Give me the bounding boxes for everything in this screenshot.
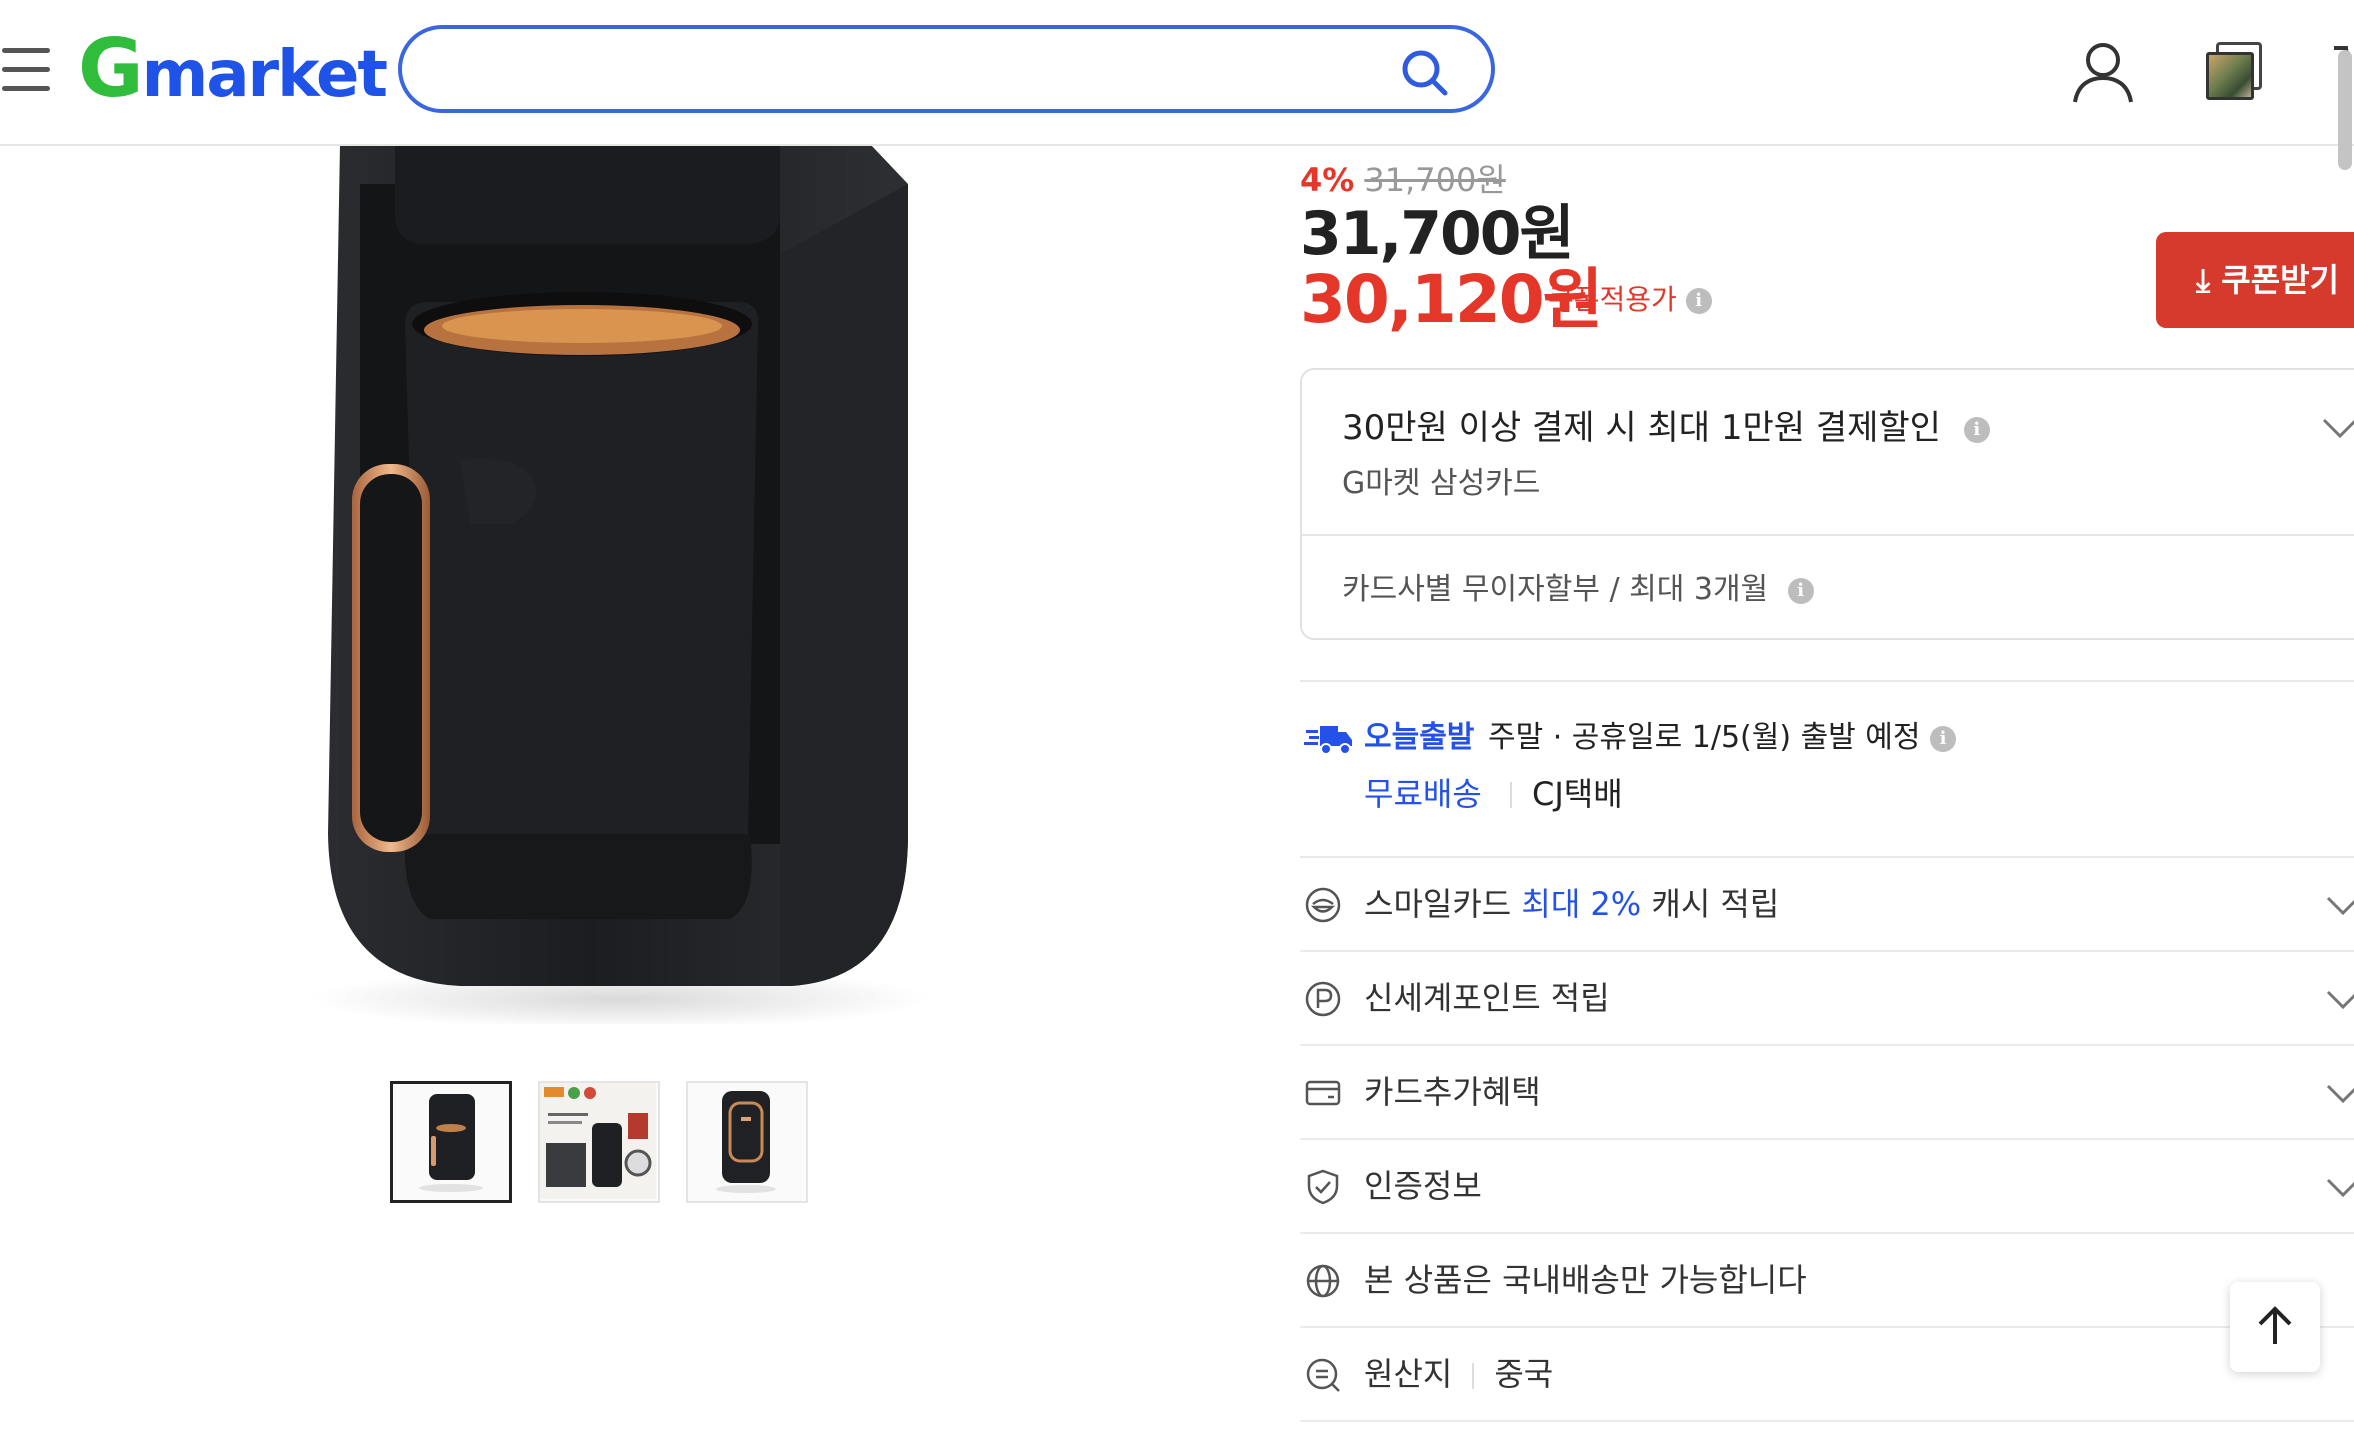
card-extra-row[interactable]: 카드추가혜택 xyxy=(1300,1046,2354,1140)
chevron-down-icon[interactable] xyxy=(2326,982,2354,1016)
recent-items-icon[interactable] xyxy=(2206,42,2264,100)
scroll-to-top-button[interactable] xyxy=(2230,1282,2320,1372)
domestic-shipping-row: 본 상품은 국내배송만 가능합니다 xyxy=(1300,1234,2354,1328)
search-bar xyxy=(398,25,1495,113)
certification-row[interactable]: 인증정보 xyxy=(1300,1140,2354,1234)
user-icon[interactable] xyxy=(2070,40,2136,106)
smile-card-row[interactable]: 스마일카드 최대 2% 캐시 적립 xyxy=(1300,858,2354,952)
thumbnail-3[interactable] xyxy=(686,1081,808,1203)
magnifier-icon xyxy=(1306,1358,1340,1392)
certification-label: 인증정보 xyxy=(1364,1167,1482,1205)
thumbnail-1[interactable] xyxy=(390,1081,512,1203)
card-benefit-title-text: 30만원 이상 결제 시 최대 1만원 결제할인 xyxy=(1342,408,1941,448)
origin-label-text: 원산지 xyxy=(1364,1355,1453,1393)
top-header: Gmarket xyxy=(0,0,2354,146)
smile-card-prefix: 스마일카드 xyxy=(1364,885,1512,923)
download-icon: ⤓ xyxy=(2196,261,2211,299)
today-shipping-label: 오늘출발 xyxy=(1364,720,1475,755)
point-label: 신세계포인트 적립 xyxy=(1364,979,1610,1017)
original-price: 31,700원 xyxy=(1364,161,1506,199)
divider xyxy=(1510,782,1512,808)
thumbnail-3-image xyxy=(716,1091,776,1193)
free-shipping: 무료배송 xyxy=(1364,775,1482,813)
origin-label: 원산지 중국 xyxy=(1364,1350,1553,1398)
arrow-up-icon xyxy=(2258,1306,2292,1344)
card-icon xyxy=(1305,1080,1341,1106)
info-icon[interactable]: i xyxy=(1963,416,1990,443)
shield-check-icon xyxy=(1307,1169,1339,1205)
coupon-button-label: 쿠폰받기 xyxy=(2221,261,2340,299)
divider xyxy=(1300,680,2354,682)
card-benefit-title[interactable]: 30만원 이상 결제 시 최대 1만원 결제할인 i xyxy=(1342,404,1990,452)
search-input[interactable] xyxy=(442,47,1386,93)
delivery-schedule-text: 주말 · 공휴일로 1/5(월) 출발 예정 xyxy=(1488,720,1921,755)
origin-value: 중국 xyxy=(1494,1355,1554,1393)
installment-info[interactable]: 카드사별 무이자할부 / 최대 3개월 i xyxy=(1342,568,1814,612)
origin-row: 원산지 중국 xyxy=(1300,1328,2354,1422)
installment-text: 카드사별 무이자할부 / 최대 3개월 xyxy=(1342,572,1769,607)
thumbnail-1-image xyxy=(419,1094,483,1192)
chevron-down-icon[interactable] xyxy=(2326,888,2354,922)
card-benefit-card-name: G마켓 삼성카드 xyxy=(1342,466,1541,501)
page-scrollbar[interactable] xyxy=(2338,50,2352,170)
menu-icon[interactable] xyxy=(0,48,54,92)
divider xyxy=(1302,534,2354,536)
discount-rate: 4% xyxy=(1300,161,1355,199)
info-icon[interactable]: i xyxy=(1787,577,1814,604)
gmarket-logo[interactable]: Gmarket xyxy=(78,24,388,114)
search-icon[interactable] xyxy=(1399,47,1451,99)
globe-icon xyxy=(1306,1264,1340,1298)
smile-card-suffix: 캐시 적립 xyxy=(1651,885,1780,923)
carrier: CJ택배 xyxy=(1532,775,1623,813)
coupon-label-text: 쿠폰적용가 xyxy=(1548,283,1677,316)
chevron-down-icon[interactable] xyxy=(2326,1076,2354,1110)
coupon-price-row: 30,120원 쿠폰적용가 i xyxy=(1300,258,1712,342)
thumbnail-2[interactable] xyxy=(538,1081,660,1203)
coupon-price-label: 쿠폰적용가 i xyxy=(1548,278,1712,322)
smile-card-label: 스마일카드 최대 2% 캐시 적립 xyxy=(1364,880,1779,928)
smile-card-icon xyxy=(1305,887,1341,923)
divider xyxy=(1472,1363,1475,1389)
domestic-shipping-label: 본 상품은 국내배송만 가능합니다 xyxy=(1364,1261,1807,1299)
chevron-down-icon[interactable] xyxy=(2322,410,2354,446)
card-benefit-box: 30만원 이상 결제 시 최대 1만원 결제할인 i G마켓 삼성카드 카드사별… xyxy=(1300,368,2354,640)
card-extra-label: 카드추가혜택 xyxy=(1364,1073,1541,1111)
discount-row: 4% 31,700원 xyxy=(1300,158,1506,202)
smile-card-rate: 최대 2% xyxy=(1521,885,1642,923)
delivery-schedule: 주말 · 공휴일로 1/5(월) 출발 예정 i xyxy=(1488,714,1957,762)
info-icon[interactable]: i xyxy=(1685,288,1712,314)
point-row[interactable]: 신세계포인트 적립 xyxy=(1300,952,2354,1046)
chevron-down-icon[interactable] xyxy=(2326,1170,2354,1204)
thumbnail-2-image xyxy=(540,1083,656,1199)
product-main-image xyxy=(310,144,930,1024)
coupon-download-button[interactable]: ⤓ 쿠폰받기 xyxy=(2156,232,2354,328)
fast-delivery-icon xyxy=(1304,726,1352,755)
info-icon[interactable]: i xyxy=(1930,725,1957,752)
point-icon xyxy=(1305,981,1341,1017)
